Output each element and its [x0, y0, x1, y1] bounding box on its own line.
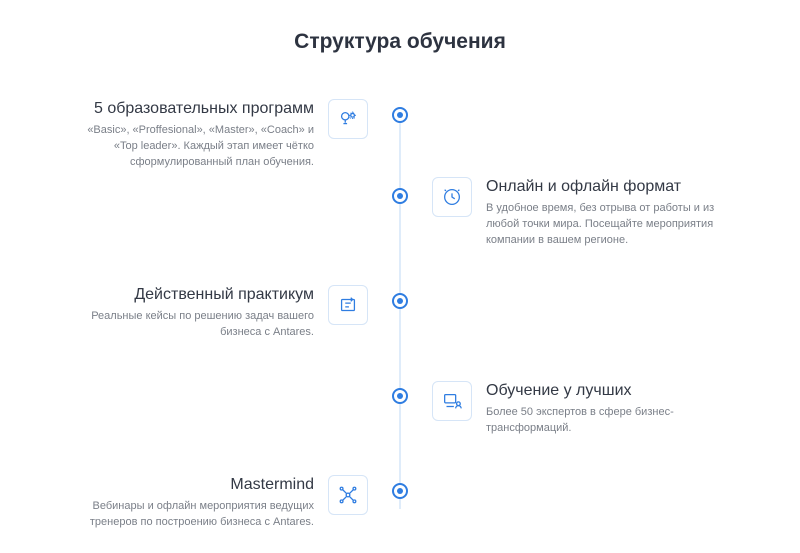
timeline-line: [400, 109, 401, 509]
item-title: Mastermind: [230, 475, 314, 495]
item-title: Обучение у лучших: [486, 381, 632, 401]
timeline-dot: [392, 188, 408, 204]
lightbulb-gear-icon: [328, 99, 368, 139]
item-title: 5 образовательных программ: [94, 99, 314, 119]
network-icon: [328, 475, 368, 515]
item-desc: Вебинары и офлайн мероприятия ведущих тр…: [74, 499, 314, 531]
item-desc: Реальные кейсы по решению задач вашего б…: [74, 309, 314, 341]
timeline-item: Mastermind Вебинары и офлайн мероприятия…: [28, 475, 368, 531]
page-title: Структура обучения: [0, 30, 800, 54]
timeline: 5 образовательных программ «Basic», «Pro…: [0, 99, 800, 529]
item-desc: В удобное время, без отрыва от работы и …: [486, 201, 726, 249]
timeline-dot: [392, 388, 408, 404]
item-title: Онлайн и офлайн формат: [486, 177, 681, 197]
timeline-dot: [392, 107, 408, 123]
timeline-item: Действенный практикум Реальные кейсы по …: [28, 285, 368, 341]
clock-24-icon: [432, 177, 472, 217]
timeline-item: Онлайн и офлайн формат В удобное время, …: [432, 177, 772, 249]
timeline-dot: [392, 483, 408, 499]
timeline-item: 5 образовательных программ «Basic», «Pro…: [28, 99, 368, 171]
item-title: Действенный практикум: [134, 285, 314, 305]
item-desc: Более 50 экспертов в сфере бизнес-трансф…: [486, 405, 726, 437]
practicum-icon: [328, 285, 368, 325]
timeline-item: Обучение у лучших Более 50 экспертов в с…: [432, 381, 772, 437]
item-desc: «Basic», «Proffesional», «Master», «Coac…: [74, 123, 314, 171]
timeline-dot: [392, 293, 408, 309]
experts-icon: [432, 381, 472, 421]
